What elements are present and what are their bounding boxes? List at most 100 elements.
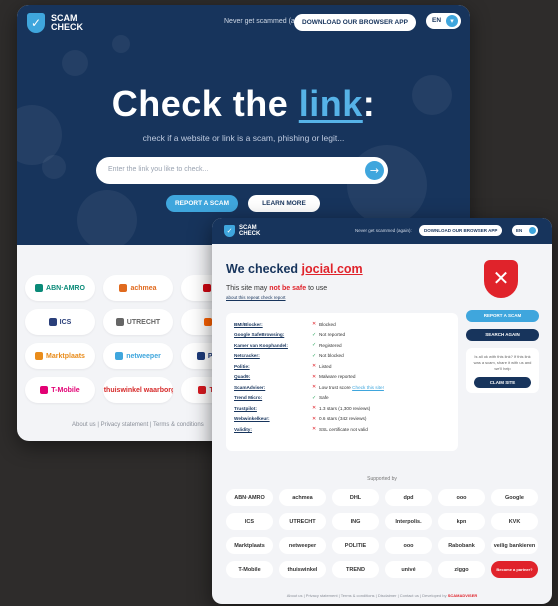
partner-logo[interactable]: T-Mobile bbox=[25, 377, 95, 403]
check-row: Trend Micro: ✓ Safe bbox=[234, 393, 450, 404]
partner-mark-icon bbox=[196, 352, 205, 360]
partner-logo[interactable]: univé bbox=[385, 561, 432, 578]
check-fail-icon: ✕ bbox=[312, 426, 317, 433]
check-source-link[interactable]: Kamer van Koophandel: bbox=[234, 343, 312, 348]
check-row: ScamAdviser: ✕ Low trust score Check this … bbox=[234, 382, 450, 393]
decor-bubble bbox=[112, 35, 130, 53]
report-details-link[interactable]: about this repeat check report bbox=[226, 295, 286, 300]
partner-mark-icon bbox=[35, 284, 44, 292]
danger-shield-icon: ✕ bbox=[484, 260, 518, 298]
check-extra-link[interactable]: Check this site! bbox=[352, 385, 384, 390]
shield-check-icon: ✓ bbox=[224, 225, 235, 237]
partner-logo[interactable]: ooo bbox=[438, 489, 485, 506]
partner-mark-icon bbox=[115, 352, 124, 360]
check-pass-icon: ✓ bbox=[312, 394, 317, 401]
check-fail-icon: ✕ bbox=[312, 384, 317, 391]
partner-logo[interactable]: achmea bbox=[279, 489, 326, 506]
shield-check-icon: ✓ bbox=[27, 13, 45, 33]
partner-logo[interactable]: netweeper bbox=[279, 537, 326, 554]
partner-logo[interactable]: UTRECHT bbox=[279, 513, 326, 530]
link-search-input[interactable]: Enter the link you like to check... → bbox=[96, 157, 388, 184]
partner-name: UTRECHT bbox=[126, 318, 161, 326]
download-app-button[interactable]: DOWNLOAD OUR BROWSER APP bbox=[419, 225, 503, 236]
check-result-value: 0.6 stars (342 reviews) bbox=[319, 416, 367, 422]
check-row: Trustpilot: ✕ 1.3 stars (1,300 reviews) bbox=[234, 403, 450, 414]
check-source-link[interactable]: Webwinkelkeur: bbox=[234, 416, 312, 421]
check-results-panel: BMI/Blocker: ✕ Blocked Google SafeBrowsing:… bbox=[226, 313, 458, 451]
partner-logo[interactable]: Marktplaats bbox=[25, 343, 95, 369]
brand-name: SCAM CHECK bbox=[51, 13, 84, 32]
partner-logo[interactable]: DHL bbox=[332, 489, 379, 506]
report-scam-button[interactable]: REPORT A SCAM bbox=[166, 195, 238, 212]
become-partner-button[interactable]: Become a partner? bbox=[491, 561, 538, 578]
partner-logo[interactable]: ziggo bbox=[438, 561, 485, 578]
claim-site-button[interactable]: CLAIM SITE bbox=[474, 377, 531, 388]
partner-name: achmea bbox=[130, 284, 157, 292]
brand-logo[interactable]: ✓ SCAM CHECK bbox=[224, 225, 265, 237]
check-source-link[interactable]: Netcracker: bbox=[234, 353, 312, 358]
check-fail-icon: ✕ bbox=[312, 321, 317, 328]
partner-logo[interactable]: ABN·AMRO bbox=[226, 489, 273, 506]
partner-logo[interactable]: Interpolis. bbox=[385, 513, 432, 530]
partner-mark-icon bbox=[35, 352, 44, 360]
partner-logo[interactable]: TREND bbox=[332, 561, 379, 578]
partner-logo[interactable]: netweeper bbox=[103, 343, 173, 369]
partner-logo[interactable]: ICS bbox=[25, 309, 95, 335]
checked-domain[interactable]: jocial.com bbox=[302, 262, 363, 276]
check-source-link[interactable]: ScamAdviser: bbox=[234, 385, 312, 390]
learn-more-button[interactable]: LEARN MORE bbox=[248, 195, 320, 212]
partner-logo[interactable]: veilig bankieren bbox=[491, 537, 538, 554]
download-app-button[interactable]: DOWNLOAD OUR BROWSER APP bbox=[294, 14, 416, 31]
check-result-value: Malware reported bbox=[319, 374, 356, 380]
search-again-button[interactable]: SEARCH AGAIN bbox=[466, 329, 539, 341]
check-source-link[interactable]: Google SafeBrowsing: bbox=[234, 332, 312, 337]
partner-logo[interactable]: ICS bbox=[226, 513, 273, 530]
language-select[interactable]: EN bbox=[512, 225, 538, 236]
check-row: Webwinkelkeur: ✕ 0.6 stars (342 reviews) bbox=[234, 414, 450, 425]
partner-logo[interactable]: ING bbox=[332, 513, 379, 530]
check-result-value: Listed bbox=[319, 363, 332, 369]
language-select[interactable]: EN ▾ bbox=[426, 13, 461, 29]
home-footer-links[interactable]: About us | Privacy statement | Terms & c… bbox=[72, 422, 204, 428]
partner-logo[interactable]: ABN·AMRO bbox=[25, 275, 95, 301]
partner-logo[interactable]: T-Mobile bbox=[226, 561, 273, 578]
partner-logo[interactable]: UTRECHT bbox=[103, 309, 173, 335]
check-result-value: Low trust score Check this site! bbox=[319, 384, 384, 390]
report-scam-button[interactable]: REPORT A SCAM bbox=[466, 310, 539, 322]
check-result-value: 1.3 stars (1,300 reviews) bbox=[319, 405, 371, 411]
check-result-value: Safe bbox=[319, 395, 329, 401]
partner-logo[interactable]: Rabobank bbox=[438, 537, 485, 554]
home-hero: ✓ SCAM CHECK Never get scammed (again): … bbox=[17, 5, 470, 245]
brand-logo[interactable]: ✓ SCAM CHECK bbox=[27, 13, 87, 33]
partner-logo[interactable]: achmea bbox=[103, 275, 173, 301]
check-result-value: Not blocked bbox=[319, 353, 344, 359]
check-fail-icon: ✕ bbox=[312, 405, 317, 412]
partner-logo[interactable]: Marktplaats bbox=[226, 537, 273, 554]
partner-logo[interactable]: Google bbox=[491, 489, 538, 506]
result-footer-links[interactable]: About us | Privacy statement | Terms & c… bbox=[212, 593, 552, 598]
check-source-link[interactable]: Politie: bbox=[234, 364, 312, 369]
check-source-link[interactable]: Trend Micro: bbox=[234, 395, 312, 400]
check-row: Google SafeBrowsing: ✓ Not reported bbox=[234, 330, 450, 341]
check-row: Quad9: ✕ Malware reported bbox=[234, 372, 450, 383]
partner-logo[interactable]: dpd bbox=[385, 489, 432, 506]
partner-logo[interactable]: thuiswinkel bbox=[279, 561, 326, 578]
partner-mark-icon bbox=[40, 386, 49, 394]
partner-logo[interactable]: kpn bbox=[438, 513, 485, 530]
check-source-link[interactable]: Trustpilot: bbox=[234, 406, 312, 411]
check-source-link[interactable]: Validity: bbox=[234, 427, 312, 432]
partner-logo[interactable]: KVK bbox=[491, 513, 538, 530]
claim-site-box: Is all ok with this link? If this link w… bbox=[466, 348, 539, 393]
partner-logo[interactable]: ooo bbox=[385, 537, 432, 554]
partner-name: ICS bbox=[59, 318, 72, 326]
hero-subtitle: check if a website or link is a scam, ph… bbox=[142, 133, 345, 143]
result-verdict: This site may not be safe to use bbox=[226, 285, 328, 292]
check-source-link[interactable]: BMI/Blocker: bbox=[234, 322, 312, 327]
partner-logo[interactable]: thuiswinkel waarborg bbox=[103, 377, 173, 403]
check-source-link[interactable]: Quad9: bbox=[234, 374, 312, 379]
result-title: We checked jocial.com bbox=[226, 262, 363, 276]
language-value: EN bbox=[516, 228, 523, 233]
brand-name: SCAM CHECK bbox=[239, 225, 261, 237]
partner-logo[interactable]: POLITIE bbox=[332, 537, 379, 554]
arrow-right-icon[interactable]: → bbox=[365, 161, 384, 180]
